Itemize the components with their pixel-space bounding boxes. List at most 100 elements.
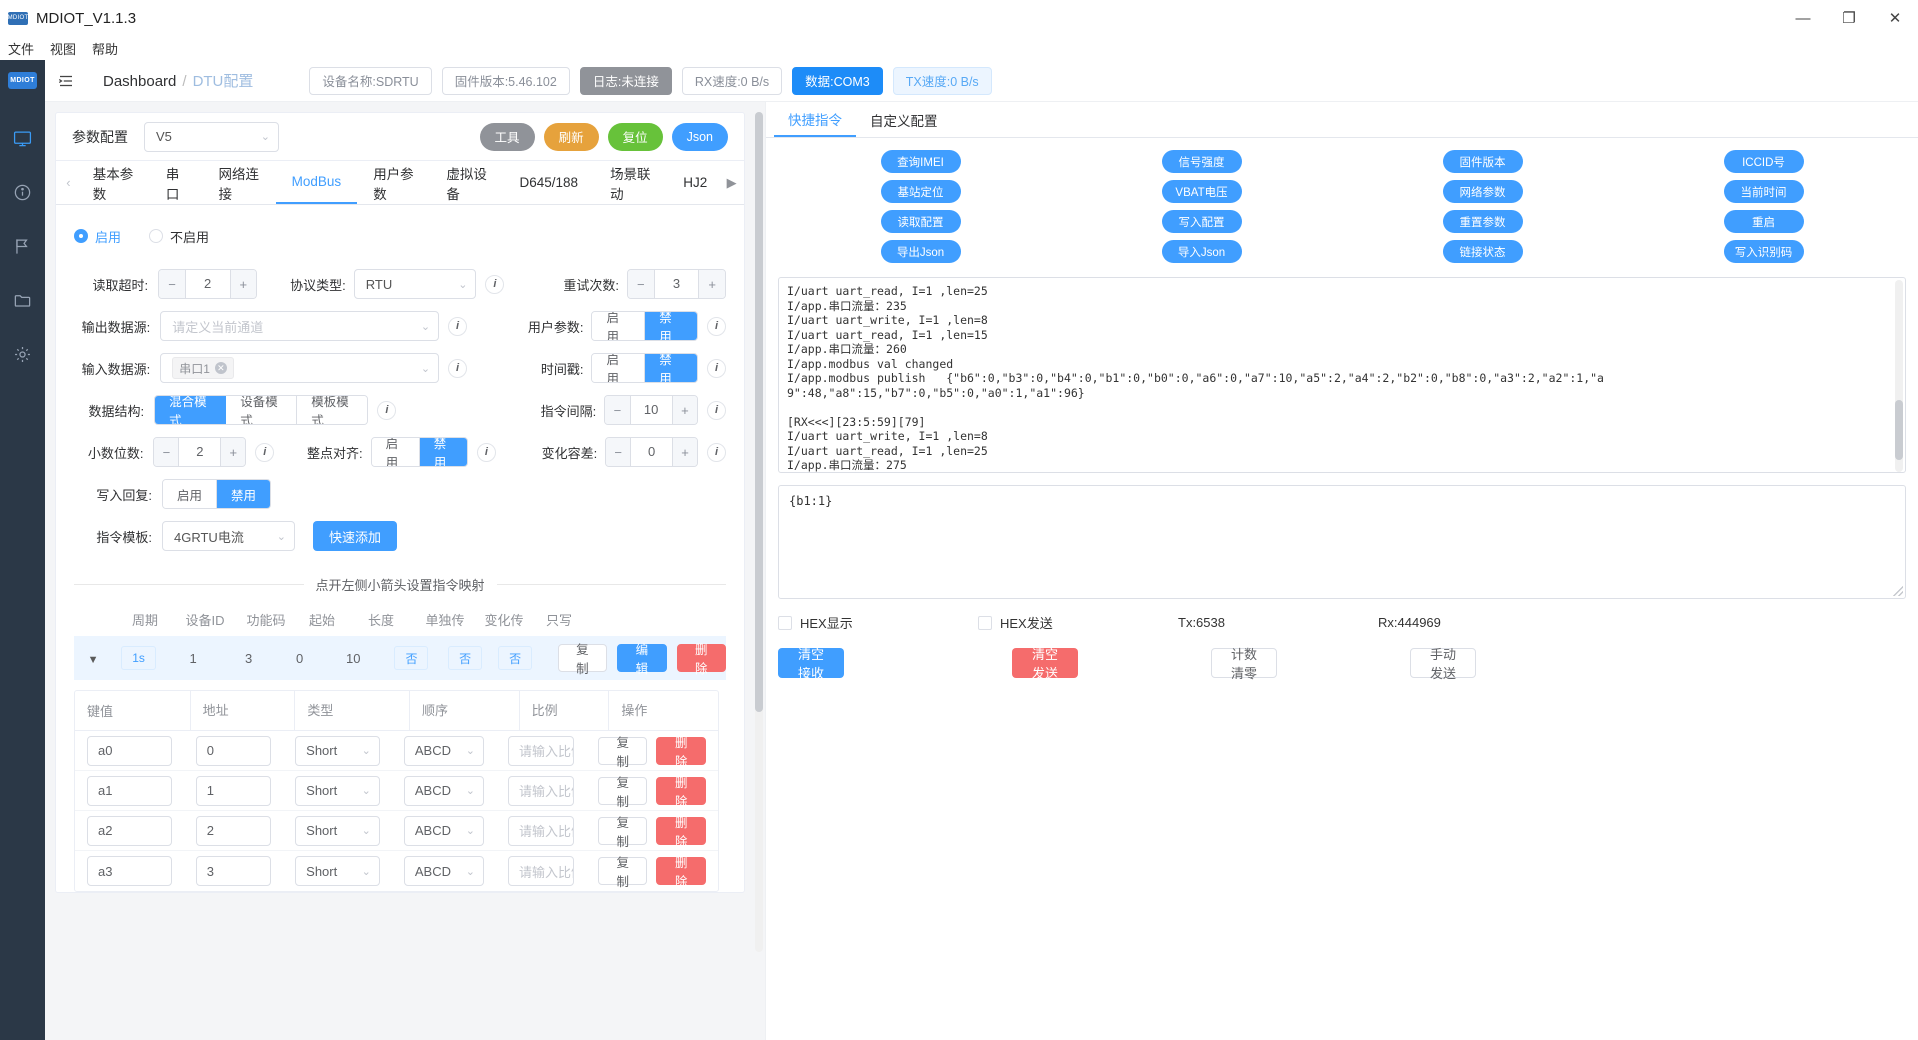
decimals-value[interactable]: 2 — [179, 438, 220, 466]
tab-basic-params[interactable]: 基本参数 — [77, 161, 150, 204]
addr-input[interactable]: 2 — [195, 815, 272, 846]
write-reply-enable[interactable]: 启用 — [163, 480, 218, 508]
cmd-query-imei[interactable]: 查询IMEI — [880, 150, 961, 173]
input-source-select[interactable]: 串口1 ✕ ⌄ — [160, 353, 440, 383]
change-tol-value[interactable]: 0 — [631, 438, 672, 466]
key-delete-button[interactable]: 删除 — [656, 856, 706, 889]
cmd-vbat-voltage[interactable]: VBAT电压 — [1161, 180, 1242, 203]
info-icon[interactable]: i — [255, 442, 275, 462]
refresh-button[interactable]: 刷新 — [543, 122, 599, 151]
clear-send-button[interactable]: 清空发送 — [1012, 647, 1078, 681]
ratio-input[interactable]: 请输入比例 — [507, 735, 574, 766]
stepper-minus-button[interactable]: − — [606, 438, 632, 466]
cmd-current-time[interactable]: 当前时间 — [1723, 180, 1804, 203]
cmd-read-config[interactable]: 读取配置 — [880, 210, 961, 233]
sidebar-item-settings[interactable] — [0, 327, 45, 381]
info-icon[interactable]: i — [476, 442, 496, 462]
close-icon[interactable]: ✕ — [214, 362, 227, 374]
data-struct-template[interactable]: 模板模式 — [297, 396, 368, 424]
info-icon[interactable]: i — [707, 400, 726, 420]
json-button[interactable]: Json — [671, 122, 728, 151]
sidebar-item-monitor[interactable] — [0, 111, 45, 165]
timestamp-disable[interactable]: 禁用 — [645, 354, 697, 382]
data-struct-mixed[interactable]: 混合模式 — [155, 396, 227, 424]
order-select[interactable]: ABCD ⌄ — [403, 815, 484, 846]
radio-enable[interactable]: 启用 — [74, 227, 121, 246]
stepper-plus-button[interactable]: + — [220, 438, 246, 466]
stepper-minus-button[interactable]: − — [159, 270, 186, 298]
sidebar-item-folder[interactable] — [0, 273, 45, 327]
clear-receive-button[interactable]: 清空接收 — [778, 647, 844, 681]
cell-change[interactable]: 否 — [448, 646, 483, 670]
menu-toggle-button[interactable] — [55, 70, 77, 92]
cmd-signal-strength[interactable]: 信号强度 — [1161, 150, 1242, 173]
sidebar-item-info[interactable] — [0, 165, 45, 219]
input-source-tag[interactable]: 串口1 ✕ — [172, 357, 234, 379]
log-output-box[interactable]: I/uart uart_read, I=1 ,len=25 I/app.串口流量… — [778, 277, 1906, 473]
write-reply-toggle[interactable]: 启用 禁用 — [162, 479, 272, 509]
cmd-firmware-version[interactable]: 固件版本 — [1442, 150, 1523, 173]
addr-input[interactable]: 3 — [195, 856, 272, 886]
data-struct-device[interactable]: 设备模式 — [226, 396, 298, 424]
tab-network[interactable]: 网络连接 — [203, 161, 276, 204]
cmd-export-json[interactable]: 导出Json — [880, 240, 961, 263]
hex-display-checkbox[interactable]: HEX显示 — [778, 613, 978, 632]
tabs-prev-arrow[interactable]: ‹ — [60, 175, 77, 190]
key-input[interactable]: a0 — [87, 735, 172, 766]
type-select[interactable]: Short ⌄ — [295, 735, 380, 766]
log-scrollbar[interactable] — [1895, 280, 1903, 472]
info-icon[interactable]: i — [485, 274, 505, 294]
tab-user-params[interactable]: 用户参数 — [357, 161, 430, 204]
tools-button[interactable]: 工具 — [479, 122, 535, 151]
tab-hj2[interactable]: HJ2 — [667, 161, 723, 204]
stepper-minus-button[interactable]: − — [628, 270, 655, 298]
hour-align-toggle[interactable]: 启用 禁用 — [370, 437, 468, 467]
output-source-select[interactable]: 请定义当前通道 ⌄ — [160, 311, 440, 341]
cell-write-only[interactable]: 否 — [498, 646, 533, 670]
cmd-iccid[interactable]: ICCID号 — [1723, 150, 1804, 173]
cmd-write-identifier[interactable]: 写入识别码 — [1723, 240, 1804, 263]
breadcrumb-root[interactable]: Dashboard — [103, 73, 176, 90]
row-copy-button[interactable]: 复制 — [557, 643, 608, 676]
reset-button[interactable]: 复位 — [607, 122, 663, 151]
retry-count-stepper[interactable]: − 3 + — [627, 269, 726, 299]
key-input[interactable]: a2 — [87, 815, 172, 846]
info-icon[interactable]: i — [706, 316, 726, 336]
key-input[interactable]: a3 — [87, 856, 172, 886]
read-timeout-stepper[interactable]: − 2 + — [158, 269, 258, 299]
order-select[interactable]: ABCD ⌄ — [403, 735, 484, 766]
info-icon[interactable]: i — [377, 400, 397, 420]
type-select[interactable]: Short ⌄ — [295, 815, 380, 846]
menu-item-view[interactable]: 视图 — [50, 39, 76, 58]
read-timeout-value[interactable]: 2 — [186, 270, 230, 298]
addr-input[interactable]: 1 — [195, 775, 272, 806]
tab-custom-config[interactable]: 自定义配置 — [856, 102, 952, 137]
ratio-input[interactable]: 请输入比例 — [507, 856, 574, 886]
cmd-reboot[interactable]: 重启 — [1723, 210, 1804, 233]
tab-scene-linkage[interactable]: 场景联动 — [594, 161, 667, 204]
radio-disable[interactable]: 不启用 — [149, 227, 209, 246]
tab-virtual-device[interactable]: 虚拟设备 — [430, 161, 503, 204]
user-param-enable[interactable]: 启用 — [592, 312, 646, 340]
info-icon[interactable]: i — [448, 316, 468, 336]
manual-send-button[interactable]: 手动发送 — [1410, 647, 1476, 681]
key-copy-button[interactable]: 复制 — [597, 736, 648, 769]
minimize-button[interactable]: — — [1780, 0, 1826, 36]
status-rx-speed[interactable]: RX速度:0 B/s — [681, 66, 783, 95]
status-log-connection[interactable]: 日志:未连接 — [579, 66, 672, 95]
retry-count-value[interactable]: 3 — [655, 270, 699, 298]
status-data-port[interactable]: 数据:COM3 — [792, 66, 883, 95]
addr-input[interactable]: 0 — [195, 735, 272, 766]
timestamp-toggle[interactable]: 启用 禁用 — [591, 353, 698, 383]
key-delete-button[interactable]: 删除 — [656, 776, 706, 809]
stepper-plus-button[interactable]: + — [672, 438, 698, 466]
row-delete-button[interactable]: 删除 — [676, 643, 726, 676]
hex-send-checkbox[interactable]: HEX发送 — [978, 613, 1178, 632]
row-edit-button[interactable]: 编辑 — [617, 643, 667, 676]
order-select[interactable]: ABCD ⌄ — [403, 856, 484, 886]
left-pane-scrollbar[interactable] — [755, 112, 763, 952]
status-firmware-version[interactable]: 固件版本:5.46.102 — [441, 66, 570, 95]
stepper-minus-button[interactable]: − — [605, 396, 631, 424]
write-reply-disable[interactable]: 禁用 — [217, 480, 271, 508]
key-delete-button[interactable]: 删除 — [656, 736, 706, 769]
